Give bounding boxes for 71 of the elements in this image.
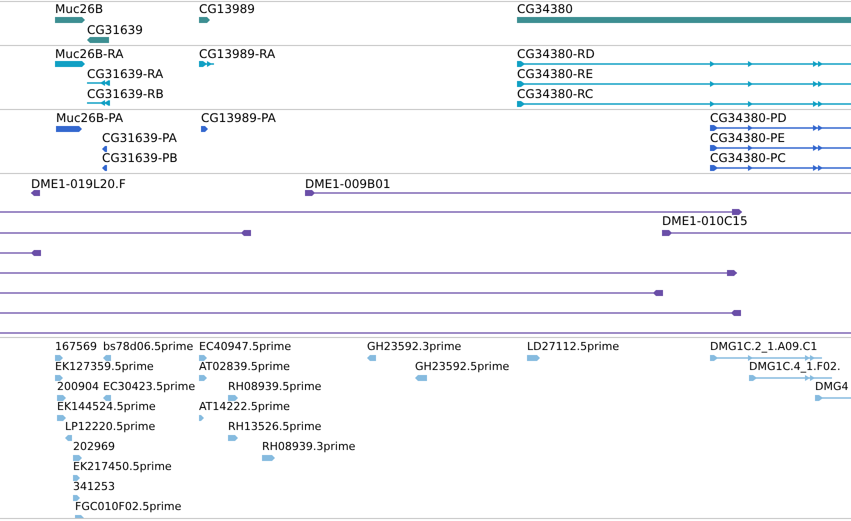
feature-glyph[interactable] — [0, 309, 741, 317]
feature-glyph[interactable] — [102, 164, 107, 172]
feature-label: Muc26B-PA — [56, 111, 124, 125]
feature-label: 167569 — [55, 340, 97, 354]
feature-label: Muc26B — [55, 2, 104, 16]
feature-label: GH23592.5prime — [415, 360, 510, 374]
feature-label: 202969 — [73, 440, 115, 454]
feature-glyph[interactable] — [0, 208, 742, 216]
feature-glyph[interactable] — [55, 60, 85, 68]
feature-label: 341253 — [73, 480, 115, 494]
feature-label: RH13526.5prime — [228, 420, 322, 434]
feature-label: CG31639-PB — [102, 151, 178, 165]
feature-label: EK127359.5prime — [55, 360, 154, 374]
feature-label: CG34380-RE — [517, 67, 594, 81]
feature-label: DMG4 — [815, 380, 848, 394]
feature-label: CG13989 — [199, 2, 255, 16]
feature-label: CG13989-PA — [201, 111, 276, 125]
feature-label: DMG1C.2_1.A09.C1 — [710, 340, 818, 354]
feature-glyph[interactable] — [199, 16, 210, 24]
feature-label: DMG1C.4_1.F02. — [749, 360, 840, 374]
feature-label: EC40947.5prime — [199, 340, 292, 354]
feature-label: EK144524.5prime — [57, 400, 156, 414]
feature-label: RH08939.3prime — [262, 440, 356, 454]
feature-label: CG31639-PA — [102, 131, 177, 145]
feature-label: Muc26B-RA — [55, 47, 124, 61]
feature-label: CG34380-RD — [517, 47, 595, 61]
feature-glyph[interactable] — [305, 189, 851, 197]
feature-label: CG31639-RB — [87, 87, 164, 101]
feature-label: DME1-010C15 — [662, 214, 748, 228]
feature-label: 200904 — [57, 380, 99, 394]
feature-label: EC30423.5prime — [103, 380, 196, 394]
feature-glyph[interactable] — [87, 36, 109, 44]
feature-glyph[interactable] — [710, 164, 851, 172]
feature-glyph[interactable] — [0, 249, 41, 257]
feature-glyph[interactable] — [710, 144, 851, 152]
feature-label: LP12220.5prime — [65, 420, 156, 434]
feature-label: CG13989-RA — [199, 47, 276, 61]
feature-glyph[interactable] — [0, 269, 737, 277]
feature-label: AT14222.5prime — [199, 400, 290, 414]
feature-glyph[interactable] — [0, 229, 251, 237]
feature-glyph[interactable] — [517, 80, 851, 88]
feature-label: CG34380-PE — [710, 131, 785, 145]
feature-glyph[interactable] — [31, 189, 40, 197]
feature-label: GH23592.3prime — [367, 340, 462, 354]
feature-label: DME1-009B01 — [305, 177, 391, 191]
feature-glyph[interactable] — [102, 145, 107, 153]
feature-glyph[interactable] — [55, 16, 85, 24]
feature-glyph[interactable] — [87, 99, 110, 107]
feature-glyph[interactable] — [662, 229, 851, 237]
feature-label: CG31639-RA — [87, 67, 164, 81]
feature-label: FGC010F02.5prime — [75, 500, 182, 514]
feature-glyph[interactable] — [517, 100, 851, 108]
feature-glyph[interactable] — [201, 125, 208, 133]
feature-glyph[interactable] — [199, 60, 214, 68]
feature-label: RH08939.5prime — [228, 380, 322, 394]
feature-glyph[interactable] — [517, 60, 851, 68]
feature-label: LD27112.5prime — [527, 340, 620, 354]
feature-label: AT02839.5prime — [199, 360, 290, 374]
feature-label: CG34380 — [517, 2, 573, 16]
feature-label: CG34380-PD — [710, 111, 787, 125]
feature-label: EK217450.5prime — [73, 460, 172, 474]
feature-label: CG34380-RC — [517, 87, 594, 101]
feature-label: CG31639 — [87, 23, 143, 37]
feature-glyph[interactable] — [710, 124, 851, 132]
feature-glyph[interactable] — [87, 79, 110, 87]
feature-glyph[interactable] — [517, 16, 851, 24]
feature-glyph[interactable] — [0, 289, 663, 297]
feature-label: bs78d06.5prime — [103, 340, 194, 354]
feature-label: CG34380-PC — [710, 151, 786, 165]
feature-glyph[interactable] — [56, 125, 82, 133]
feature-label: DME1-019L20.F — [31, 177, 126, 191]
